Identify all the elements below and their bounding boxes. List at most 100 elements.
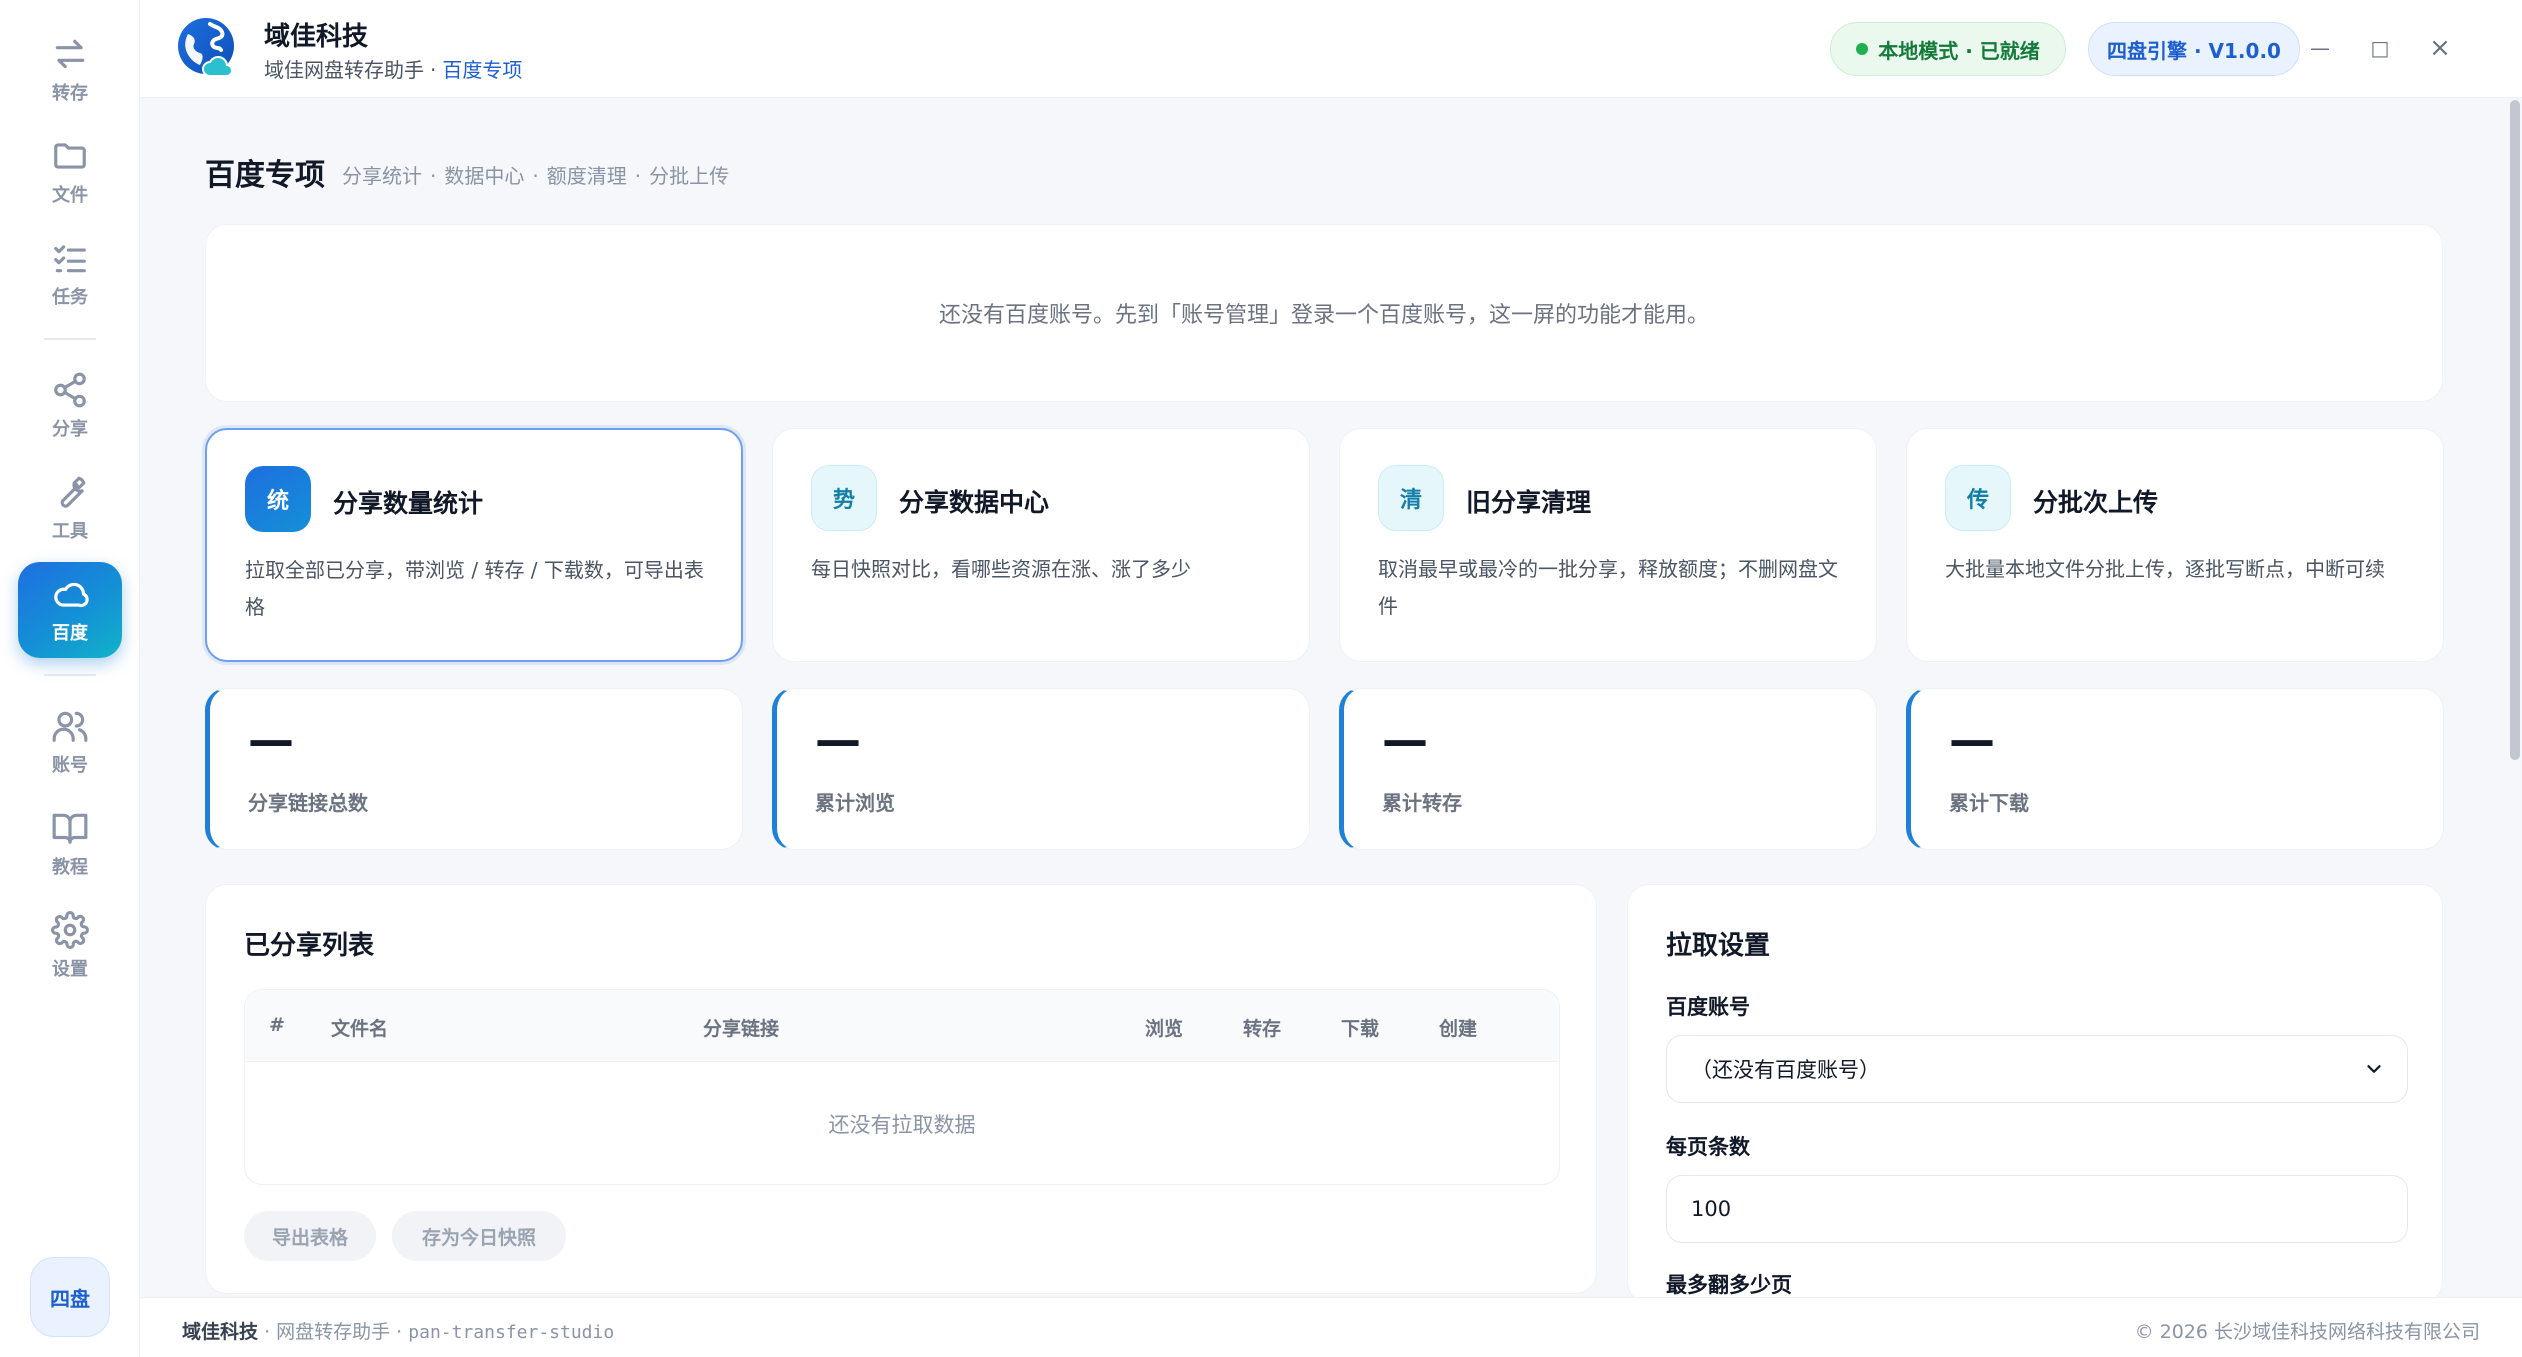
stat-label: 累计转存	[1382, 791, 1462, 815]
export-table-button[interactable]: 导出表格	[244, 1211, 376, 1261]
stat-card-total-links: — 分享链接总数	[205, 688, 743, 850]
status-badge-label: 本地模式 · 已就绪	[1878, 38, 2040, 63]
scrollbar-thumb[interactable]	[2510, 100, 2520, 760]
share-list-panel: 已分享列表 # 文件名 分享链接 浏览 转存 下载 创建 还没有拉取数据 导出表…	[205, 884, 1597, 1294]
column-header-downloads[interactable]: 下载	[1341, 1014, 1379, 1041]
feature-description: 拉取全部已分享，带浏览 / 转存 / 下载数，可导出表格	[245, 558, 704, 619]
app-header: 域佳科技 域佳网盘转存助手 · 百度专项 本地模式 · 已就绪 四盘引擎 · V1.…	[140, 0, 2522, 98]
column-header-created[interactable]: 创建	[1439, 1014, 1477, 1041]
feature-title: 分享数据中心	[899, 488, 1050, 517]
app-footer: 域佳科技 · 网盘转存助手 · pan-transfer-studio © 20…	[140, 1297, 2522, 1357]
sidebar-item-label: 工具	[52, 521, 88, 542]
wrench-icon	[60, 476, 86, 508]
footer-left: 域佳科技 · 网盘转存助手 · pan-transfer-studio	[182, 1317, 614, 1344]
feature-badge-icon: 清	[1378, 465, 1444, 531]
sidebar-item-label: 设置	[52, 959, 88, 980]
page-size-value: 100	[1691, 1197, 1732, 1221]
panel-title: 拉取设置	[1666, 931, 1771, 961]
sidebar-item-label: 账号	[52, 755, 88, 776]
sidebar-item-label: 教程	[52, 857, 88, 878]
sidebar-divider	[44, 338, 96, 340]
brand-badge[interactable]: 四盘	[30, 1257, 110, 1337]
stat-card-total-views: — 累计浏览	[772, 688, 1310, 850]
feature-description: 大批量本地文件分批上传，逐批写断点，中断可续	[1945, 557, 2385, 581]
table-empty-state: 还没有拉取数据	[828, 1113, 976, 1137]
sidebar-divider	[44, 674, 96, 676]
sidebar-item-settings[interactable]: 设置	[18, 898, 122, 994]
sidebar-item-tutorial[interactable]: 教程	[18, 796, 122, 892]
feature-title: 分享数量统计	[333, 489, 484, 518]
sidebar-item-files[interactable]: 文件	[18, 124, 122, 220]
column-header-index[interactable]: #	[269, 1014, 285, 1036]
footer-code-name: pan-transfer-studio	[408, 1322, 615, 1343]
footer-product: · 网盘转存助手 ·	[264, 1321, 403, 1343]
share-table: # 文件名 分享链接 浏览 转存 下载 创建 还没有拉取数据	[244, 989, 1560, 1185]
app-subtitle-text: 域佳网盘转存助手	[264, 58, 424, 82]
section-separator: ·	[532, 164, 539, 188]
section-link-quota-cleanup[interactable]: 额度清理	[547, 164, 627, 188]
page-size-field-label: 每页条数	[1666, 1135, 1750, 1159]
feature-title: 旧分享清理	[1466, 488, 1592, 517]
stat-value: —	[1949, 713, 1995, 767]
stat-label: 累计浏览	[815, 791, 895, 815]
feature-card-batch-upload[interactable]: 传 分批次上传 大批量本地文件分批上传，逐批写断点，中断可续	[1906, 428, 2444, 662]
feature-badge-icon: 统	[245, 466, 311, 532]
sidebar-item-tasks[interactable]: 任务	[18, 226, 122, 322]
sidebar-item-label: 转存	[52, 83, 88, 104]
table-header: # 文件名 分享链接 浏览 转存 下载 创建	[245, 990, 1559, 1062]
section-link-data-center[interactable]: 数据中心	[444, 164, 524, 188]
sidebar-item-label: 分享	[52, 419, 88, 440]
account-field-label: 百度账号	[1666, 995, 1750, 1019]
stat-card-total-downloads: — 累计下载	[1906, 688, 2444, 850]
account-select-value: （还没有百度账号）	[1691, 1058, 1880, 1082]
stat-value: —	[1382, 713, 1428, 767]
section-link-batch-upload[interactable]: 分批上传	[649, 164, 729, 188]
feature-badge-icon: 传	[1945, 465, 2011, 531]
subtitle-separator: ·	[430, 58, 437, 82]
globe-cloud-logo-icon	[178, 18, 234, 77]
app-subtitle-section: 百度专项	[442, 58, 523, 82]
column-header-transfers[interactable]: 转存	[1243, 1014, 1281, 1041]
status-dot-icon	[1856, 43, 1869, 55]
column-header-share-link[interactable]: 分享链接	[703, 1014, 779, 1041]
section-link-share-stats[interactable]: 分享统计	[342, 164, 422, 188]
app-name: 域佳科技	[264, 22, 369, 52]
transfer-icon	[55, 39, 85, 69]
status-badge: 本地模式 · 已就绪	[1830, 22, 2066, 76]
column-header-filename[interactable]: 文件名	[331, 1014, 388, 1041]
minimize-button[interactable]: —	[2302, 30, 2338, 66]
app-subtitle: 域佳网盘转存助手 · 百度专项	[264, 54, 522, 83]
sidebar-item-tools[interactable]: 工具	[18, 460, 122, 556]
feature-description: 取消最早或最冷的一批分享，释放额度；不删网盘文件	[1378, 557, 1838, 618]
sidebar-item-label: 文件	[52, 185, 88, 206]
panel-title: 已分享列表	[244, 931, 375, 961]
maximize-button[interactable]: □	[2362, 30, 2398, 66]
users-icon	[52, 711, 88, 742]
footer-copyright: © 2026 长沙域佳科技网络科技有限公司	[2134, 1321, 2480, 1343]
feature-card-data-center[interactable]: 势 分享数据中心 每日快照对比，看哪些资源在涨、涨了多少	[772, 428, 1310, 662]
folder-icon	[54, 143, 86, 169]
feature-card-old-share-cleanup[interactable]: 清 旧分享清理 取消最早或最冷的一批分享，释放额度；不删网盘文件	[1339, 428, 1877, 662]
feature-description: 每日快照对比，看哪些资源在涨、涨了多少	[811, 557, 1191, 581]
stat-label: 分享链接总数	[248, 791, 368, 815]
page-size-input[interactable]: 100	[1666, 1175, 2408, 1243]
page-title: 百度专项	[205, 158, 325, 193]
sidebar-item-baidu[interactable]: 百度	[18, 562, 122, 658]
close-button[interactable]: ×	[2422, 30, 2458, 66]
sidebar-item-transfer[interactable]: 转存	[18, 22, 122, 118]
account-select[interactable]: （还没有百度账号）	[1666, 1035, 2408, 1103]
sidebar-item-share[interactable]: 分享	[18, 358, 122, 454]
sidebar-item-accounts[interactable]: 账号	[18, 694, 122, 790]
page-section-links: 分享统计 · 数据中心 · 额度清理 · 分批上传	[342, 160, 729, 189]
column-header-views[interactable]: 浏览	[1145, 1014, 1183, 1041]
sidebar-item-label: 百度	[52, 623, 88, 644]
save-snapshot-button[interactable]: 存为今日快照	[392, 1211, 566, 1261]
feature-card-share-stats[interactable]: 统 分享数量统计 拉取全部已分享，带浏览 / 转存 / 下载数，可导出表格	[205, 428, 743, 662]
feature-title: 分批次上传	[2033, 488, 2159, 517]
no-account-notice: 还没有百度账号。先到「账号管理」登录一个百度账号，这一屏的功能才能用。	[205, 224, 2443, 402]
section-separator: ·	[634, 164, 642, 188]
section-separator: ·	[430, 164, 437, 188]
cloud-icon	[54, 582, 89, 608]
max-pages-field-label: 最多翻多少页	[1666, 1273, 1792, 1297]
task-list-icon	[54, 245, 86, 273]
